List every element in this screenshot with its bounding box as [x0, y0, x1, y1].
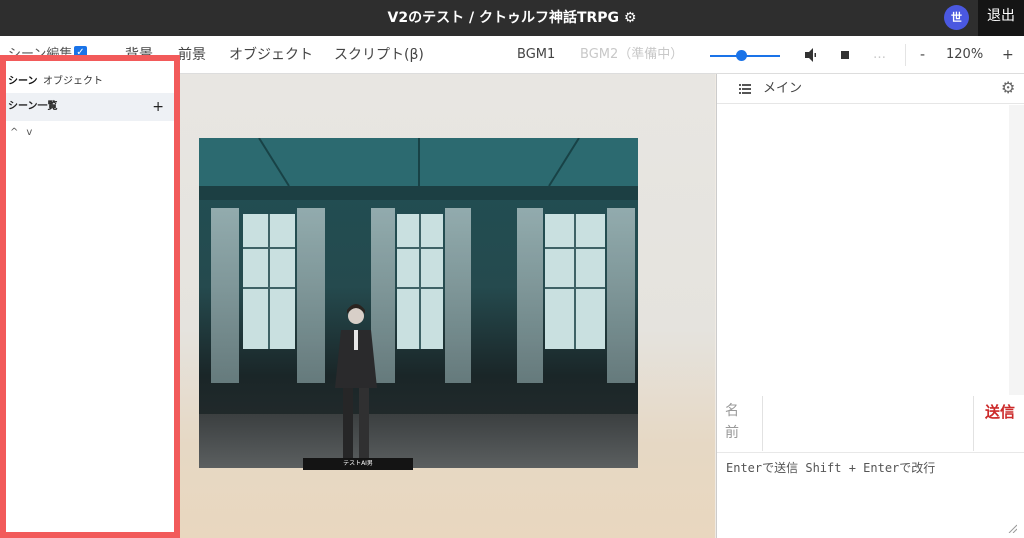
- gear-icon[interactable]: ⚙: [1001, 78, 1015, 97]
- name-field-label: 名前: [725, 403, 739, 441]
- move-up-icon[interactable]: ^: [10, 127, 18, 138]
- stage-area[interactable]: テストAI男: [180, 74, 715, 538]
- bgm1-button[interactable]: BGM1: [517, 36, 555, 74]
- scene-panel-tabs: シーン オブジェクト: [6, 71, 174, 93]
- zoom-out-button[interactable]: -: [920, 36, 925, 74]
- chat-input-placeholder: Enterで送信 Shift + Enterで改行: [726, 461, 936, 475]
- scene-list-title: シーン一覧: [8, 101, 58, 112]
- send-button[interactable]: 送信: [982, 396, 1018, 451]
- zoom-in-button[interactable]: +: [1002, 36, 1014, 74]
- chat-tab-main[interactable]: メイン: [763, 74, 802, 104]
- scene-list-header: シーン一覧 +: [6, 93, 174, 121]
- room-title[interactable]: V2のテスト / クトゥルフ神話TRPG ⚙: [0, 0, 1024, 36]
- exit-button[interactable]: 退出: [978, 0, 1024, 36]
- move-down-icon[interactable]: v: [26, 127, 32, 138]
- title-bar: V2のテスト / クトゥルフ神話TRPG ⚙ 世 退出: [0, 0, 1024, 36]
- tab-scene-objects[interactable]: オブジェクト: [43, 71, 103, 93]
- scene-panel: シーン オブジェクト シーン一覧 + ^ v: [0, 55, 180, 538]
- scene-order-controls: ^ v: [10, 127, 40, 138]
- volume-icon[interactable]: [805, 48, 817, 62]
- more-indicator: …: [873, 47, 886, 62]
- chat-log[interactable]: [717, 105, 1009, 395]
- stop-icon[interactable]: [841, 51, 849, 59]
- tab-scene[interactable]: シーン: [8, 71, 38, 93]
- tab-foreground[interactable]: 前景: [178, 36, 206, 74]
- toolbar-divider: [905, 44, 906, 66]
- list-icon: [739, 84, 751, 94]
- resize-grip-icon[interactable]: [1007, 523, 1017, 533]
- character-name-label: テストAI男: [303, 458, 413, 470]
- chat-message-input[interactable]: Enterで送信 Shift + Enterで改行: [717, 452, 1024, 538]
- chat-scrollbar[interactable]: [1009, 105, 1024, 395]
- name-input[interactable]: [762, 396, 974, 451]
- chat-header: メイン ⚙: [717, 74, 1024, 104]
- volume-slider-thumb[interactable]: [736, 50, 747, 61]
- user-avatar[interactable]: 世: [944, 5, 969, 30]
- add-scene-button[interactable]: +: [152, 93, 164, 121]
- tab-object[interactable]: オブジェクト: [229, 36, 313, 74]
- chat-panel: メイン ⚙ 名前 送信 Enterで送信 Shift + Enterで改行: [716, 74, 1024, 538]
- bgm2-button: BGM2（準備中）: [580, 47, 684, 62]
- zoom-level: 120%: [946, 47, 984, 62]
- scene-background-image: [199, 138, 638, 468]
- tab-script[interactable]: スクリプト(β): [334, 36, 424, 74]
